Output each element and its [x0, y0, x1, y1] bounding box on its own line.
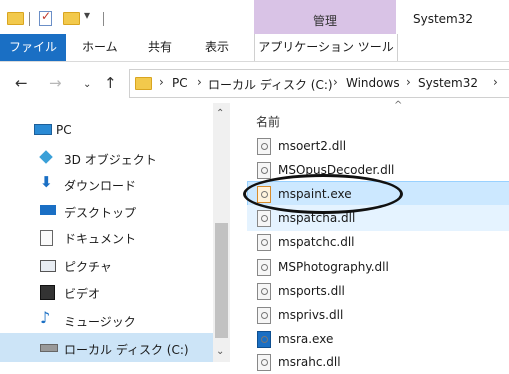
- nav-item-desktop[interactable]: デスクトップ: [0, 198, 213, 224]
- breadcrumb-windows[interactable]: Windows: [346, 76, 400, 90]
- chevron-right-icon[interactable]: ›: [333, 75, 338, 89]
- new-folder-icon[interactable]: [63, 12, 80, 25]
- tab-home[interactable]: ホーム: [82, 34, 118, 61]
- dll-file-icon: [257, 307, 271, 324]
- nav-item-music[interactable]: ♪ ミュージック: [0, 307, 213, 333]
- pictures-icon: [40, 260, 56, 272]
- nav-item-label: 3D オブジェクト: [64, 153, 157, 167]
- pc-icon: [34, 124, 52, 135]
- quick-access-dropdown-icon[interactable]: ▾: [84, 8, 90, 22]
- file-name: mspatchc.dll: [278, 235, 355, 249]
- up-arrow-icon[interactable]: ↑: [104, 74, 117, 92]
- nav-item-pictures[interactable]: ピクチャ: [0, 252, 213, 278]
- dll-file-icon: [257, 138, 271, 155]
- recent-dropdown-icon[interactable]: ⌄: [83, 79, 91, 90]
- nav-item-label: ビデオ: [64, 287, 101, 301]
- nav-scrollbar-thumb[interactable]: [215, 223, 228, 338]
- breadcrumb-local-disk[interactable]: ローカル ディスク (C:): [208, 76, 333, 93]
- tab-application-tools[interactable]: アプリケーション ツール: [254, 34, 398, 61]
- nav-item-label: ドキュメント: [64, 232, 137, 246]
- breadcrumb-pc[interactable]: PC: [172, 76, 188, 90]
- nav-item-downloads[interactable]: ⬇ ダウンロード: [0, 171, 213, 197]
- chevron-right-icon[interactable]: ›: [493, 75, 498, 89]
- video-icon: [40, 285, 55, 300]
- chevron-right-icon[interactable]: ›: [159, 75, 164, 89]
- file-row[interactable]: msra.exe: [248, 327, 509, 351]
- file-row[interactable]: mspatchc.dll: [248, 230, 509, 254]
- separator: [29, 12, 30, 26]
- tab-view[interactable]: 表示: [205, 34, 229, 61]
- breadcrumb-system32[interactable]: System32: [418, 76, 478, 90]
- nav-item-label: デスクトップ: [64, 206, 137, 220]
- file-name: msprivs.dll: [278, 308, 344, 322]
- context-tab-label: 管理: [312, 14, 337, 28]
- nav-item-label: ピクチャ: [64, 260, 112, 274]
- music-icon: ♪: [40, 308, 51, 327]
- scroll-down-icon[interactable]: ⌄: [216, 346, 224, 357]
- nav-item-label: PC: [56, 123, 72, 137]
- tab-file[interactable]: ファイル: [0, 34, 66, 61]
- folder-icon[interactable]: [7, 12, 24, 25]
- nav-item-label: ダウンロード: [64, 179, 137, 193]
- nav-item-label: ミュージック: [64, 315, 136, 329]
- file-row[interactable]: msoert2.dll: [248, 134, 509, 158]
- file-row[interactable]: msprivs.dll: [248, 303, 509, 327]
- nav-item-local-disk[interactable]: ローカル ディスク (C:): [0, 333, 213, 362]
- file-name: msoert2.dll: [278, 139, 347, 153]
- context-tab-manage[interactable]: 管理: [254, 0, 396, 34]
- chevron-right-icon[interactable]: ›: [406, 75, 411, 89]
- document-icon: [40, 230, 53, 246]
- highlight-ellipse: [243, 174, 403, 214]
- 3d-objects-icon: [39, 150, 53, 164]
- file-name: msrahc.dll: [278, 355, 341, 369]
- file-name: MSPhotography.dll: [278, 260, 389, 274]
- nav-item-label: ローカル ディスク (C:): [64, 343, 189, 357]
- dll-file-icon: [257, 283, 271, 300]
- separator: [103, 12, 104, 26]
- dll-file-icon: [257, 259, 271, 276]
- nav-item-videos[interactable]: ビデオ: [0, 279, 213, 305]
- desktop-icon: [40, 205, 56, 215]
- tab-share[interactable]: 共有: [148, 34, 172, 61]
- download-icon: ⬇: [40, 173, 53, 191]
- disk-icon: [40, 344, 58, 352]
- exe-app-icon: [257, 331, 271, 348]
- dll-file-icon: [257, 234, 271, 251]
- file-name: msra.exe: [278, 332, 334, 346]
- nav-item-pc[interactable]: PC: [0, 117, 213, 143]
- file-name: msports.dll: [278, 284, 345, 298]
- file-row[interactable]: msrahc.dll: [248, 350, 509, 374]
- properties-icon[interactable]: [39, 9, 52, 26]
- back-arrow-icon[interactable]: ←: [15, 74, 28, 92]
- column-header-name[interactable]: 名前: [256, 113, 280, 130]
- dll-file-icon: [257, 354, 271, 371]
- dll-file-icon: [257, 210, 271, 227]
- sort-ascending-icon: ^: [394, 100, 403, 111]
- window-title: System32: [413, 12, 474, 26]
- file-row[interactable]: msports.dll: [248, 279, 509, 303]
- nav-item-documents[interactable]: ドキュメント: [0, 224, 213, 250]
- scroll-up-icon[interactable]: ⌃: [216, 108, 224, 119]
- folder-icon: [135, 77, 152, 90]
- dll-file-icon: [257, 162, 271, 179]
- file-row[interactable]: MSPhotography.dll: [248, 255, 509, 279]
- chevron-right-icon[interactable]: ›: [197, 75, 202, 89]
- nav-item-3d-objects[interactable]: 3D オブジェクト: [0, 145, 213, 171]
- forward-arrow-icon[interactable]: →: [49, 74, 62, 92]
